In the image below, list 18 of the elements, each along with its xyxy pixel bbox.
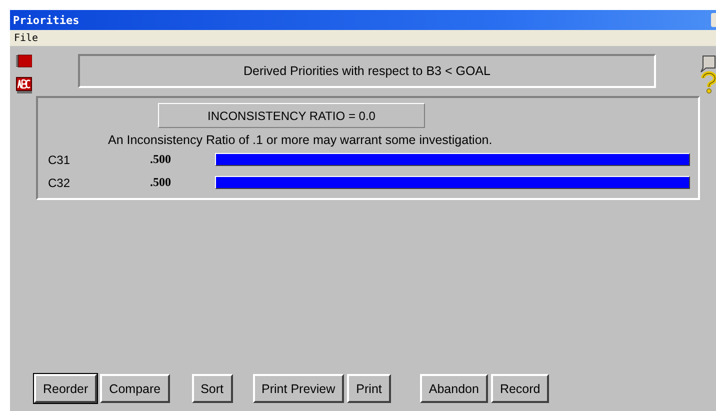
ratio-note: An Inconsistency Ratio of .1 or more may warrant some investigation.	[108, 133, 494, 147]
abc-icon[interactable]	[16, 77, 32, 94]
action-button[interactable]: Record	[490, 374, 550, 403]
action-button[interactable]: Print Preview	[252, 374, 344, 403]
window-title: Priorities	[12, 14, 80, 26]
action-button[interactable]: Abandon	[420, 374, 488, 403]
action-button[interactable]: Print	[347, 374, 391, 403]
menu-item[interactable]: File	[10, 32, 38, 44]
priority-value: .500	[150, 175, 172, 190]
priority-value: .500	[150, 152, 172, 167]
book-icon[interactable]	[16, 54, 32, 68]
action-button[interactable]: Reorder	[34, 374, 98, 403]
heading-panel: Derived Priorities with respect to B3 < GOAL	[78, 54, 656, 88]
action-button[interactable]: Compare	[100, 374, 170, 403]
criterion-label: C31	[47, 152, 72, 166]
criterion-label: C32	[47, 176, 72, 190]
action-button[interactable]: Sort	[192, 374, 233, 403]
ratio-panel: INCONSISTENCY RATIO = 0.0	[158, 103, 425, 128]
